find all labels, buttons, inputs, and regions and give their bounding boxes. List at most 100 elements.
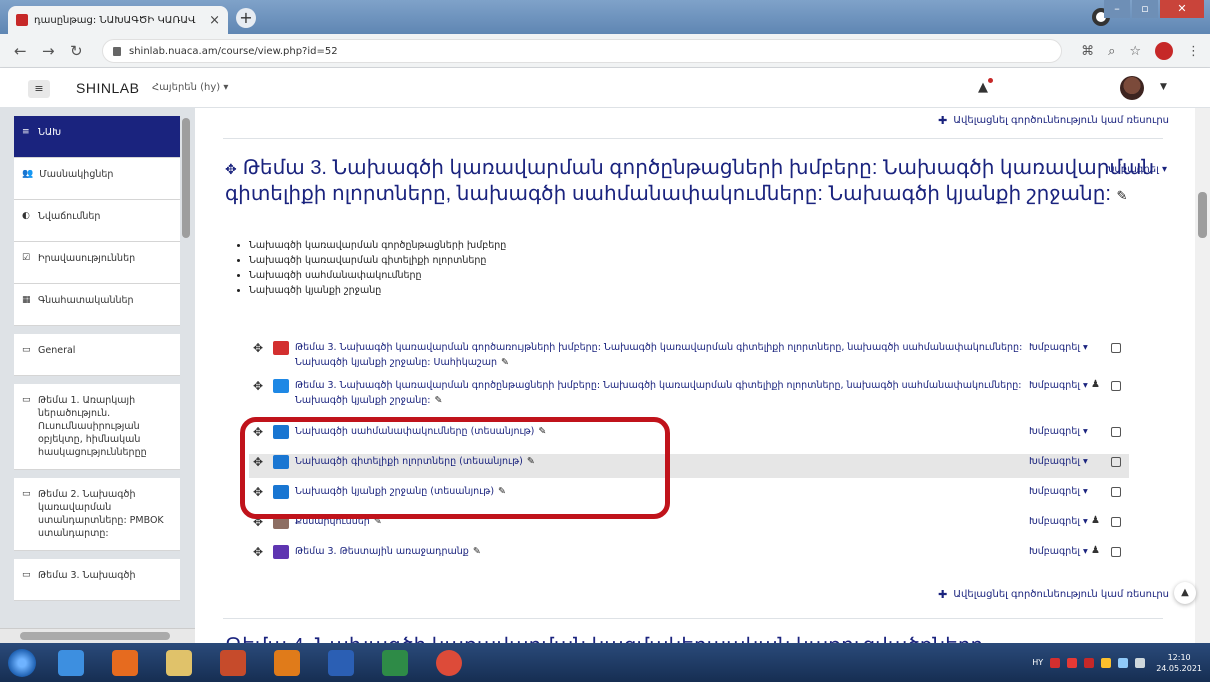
url-field[interactable]: shinlab.nuaca.am/course/view.php?id=52 (102, 39, 1062, 63)
edit-pencil-icon[interactable]: ✎ (473, 546, 481, 557)
notification-dot (988, 78, 993, 83)
taskbar-app[interactable] (152, 643, 206, 682)
section-summary: Նախագծի կառավարման գործընթացների խմբերըՆ… (237, 238, 506, 298)
taskbar-app[interactable] (260, 643, 314, 682)
user-avatar[interactable] (1120, 76, 1144, 100)
activity-edit-menu[interactable]: Խմբագրել ▾ (1029, 486, 1088, 497)
new-tab-button[interactable]: + (236, 8, 256, 28)
main-scroll-thumb[interactable] (1198, 192, 1207, 238)
edit-pencil-icon[interactable]: ✎ (1117, 188, 1128, 203)
tray-antivirus-icon[interactable] (1050, 657, 1061, 668)
taskbar-app[interactable] (206, 643, 260, 682)
tab-title: դասընթաց: ՆԱԽԱԳԾԻ ԿԱՌԱՎ (34, 14, 196, 26)
activity-link[interactable]: Թեմա 3. Նախագծի կառավարման գործառույթներ… (295, 340, 1050, 370)
site-navbar: ≡ SHINLAB Հայերեն (hy) ▾ ▲ ▼ (0, 68, 1210, 108)
taskbar-clock[interactable]: 12:10 24.05.2021 (1156, 652, 1202, 674)
word-icon (328, 649, 354, 676)
completion-checkbox[interactable] (1111, 427, 1121, 437)
taskbar-app[interactable] (98, 643, 152, 682)
language-menu[interactable]: Հայերեն (hy) ▾ (152, 82, 228, 93)
taskbar-app[interactable] (314, 643, 368, 682)
drawer-scrollbar[interactable] (182, 118, 190, 238)
completion-checkbox[interactable] (1111, 381, 1121, 391)
drawer-item[interactable]: ▦ Գնահատականներ (14, 284, 180, 326)
explorer-icon (166, 649, 192, 676)
firefox-icon (112, 649, 138, 676)
add-activity-link-top[interactable]: ✚ Ավելացնել գործունեություն կամ ռեսուրս (938, 114, 1169, 127)
input-language[interactable]: HY (1032, 658, 1043, 667)
drawer-item-label: General (38, 345, 76, 356)
move-handle-icon[interactable]: ✥ (249, 340, 267, 356)
activity-edit-menu[interactable]: Խմբագրել ▾ (1029, 426, 1088, 437)
start-button[interactable] (0, 643, 44, 682)
drawer-item[interactable]: ▭ Թեմա 2. Նախագծի կառավարման ստանդարտները… (14, 478, 180, 551)
address-bar: ← → ↻ shinlab.nuaca.am/course/view.php?i… (0, 34, 1210, 68)
browser-menu-icon[interactable]: ⋮ (1187, 44, 1200, 59)
back-arrow-icon[interactable]: ← (14, 42, 27, 60)
tray-app-icon[interactable] (1067, 657, 1078, 668)
drawer-item[interactable]: ◐ Նվաճումներ (14, 200, 180, 242)
taskbar-app[interactable] (422, 643, 476, 682)
completion-checkbox[interactable] (1111, 547, 1121, 557)
horizontal-scroll-thumb[interactable] (20, 632, 170, 640)
completion-checkbox[interactable] (1111, 517, 1121, 527)
browser-actions: ⌘ ⌕ ☆ ⋮ (1081, 42, 1200, 60)
ie-icon (58, 649, 84, 676)
tray-flag-icon[interactable] (1101, 657, 1112, 668)
browser-tab[interactable]: դասընթաց: ՆԱԽԱԳԾԻ ԿԱՌԱՎ × (8, 6, 228, 34)
activity-edit-menu[interactable]: Խմբագրել ▾ (1029, 380, 1088, 391)
reload-icon[interactable]: ↻ (70, 42, 83, 60)
completion-checkbox[interactable] (1111, 487, 1121, 497)
close-window-button[interactable]: ✕ (1160, 0, 1204, 18)
move-handle-icon[interactable]: ✥ (249, 544, 267, 560)
move-handle-icon[interactable]: ✥ (249, 378, 267, 394)
activity-link[interactable]: Թեմա 3. Թեստային առաջադրանք ✎ (295, 544, 1050, 559)
minimize-button[interactable]: – (1104, 0, 1130, 18)
add-activity-link-bottom[interactable]: ✚ Ավելացնել գործունեություն կամ ռեսուրս (938, 588, 1169, 601)
drawer-item[interactable]: ▭ General (14, 334, 180, 376)
translate-icon[interactable]: ⌘ (1081, 44, 1094, 59)
bookmark-star-icon[interactable]: ☆ (1129, 44, 1141, 59)
zoom-icon[interactable]: ⌕ (1108, 44, 1115, 59)
drawer-item[interactable]: ☑ Իրավասություններ (14, 242, 180, 284)
section-edit-menu[interactable]: Խմբագրել ▾ (1105, 164, 1167, 175)
edit-pencil-icon[interactable]: ✎ (434, 395, 442, 406)
taskbar-app[interactable] (368, 643, 422, 682)
completion-checkbox[interactable] (1111, 343, 1121, 353)
activity-edit-menu[interactable]: Խմբագրել ▾ (1029, 456, 1088, 467)
drawer-item[interactable]: ≡ ՆԱԽ (14, 116, 180, 158)
completion-checkbox[interactable] (1111, 457, 1121, 467)
move-icon[interactable]: ✥ (225, 161, 237, 177)
maximize-button[interactable]: ▫ (1132, 0, 1158, 18)
notification-bell-icon[interactable]: ▲ (978, 80, 988, 95)
tab-close-icon[interactable]: × (209, 13, 220, 28)
drawer-toggle-button[interactable]: ≡ (28, 80, 50, 98)
activity-row: ✥ Թեմա 3. Նախագծի կառավարման գործընթացներ… (249, 378, 1129, 414)
forward-arrow-icon[interactable]: → (42, 42, 55, 60)
powerpoint-icon (220, 649, 246, 676)
drawer-item[interactable]: ▭ Թեմա 3. Նախագծի (14, 559, 180, 601)
back-to-top-button[interactable]: ▲ (1174, 582, 1196, 604)
clock-date: 24.05.2021 (1156, 663, 1202, 673)
activity-row: ✥ Թեմա 3. Նախագծի կառավարման գործառույթնե… (249, 340, 1129, 376)
activity-link[interactable]: Թեմա 3. Նախագծի կառավարման գործընթացների… (295, 378, 1050, 408)
user-menu-caret-icon[interactable]: ▼ (1160, 82, 1167, 92)
lock-icon (113, 46, 121, 56)
horizontal-scrollbar[interactable] (0, 628, 195, 643)
drawer-item[interactable]: ▭ Թեմա 1. Առարկայի ներածություն. Ուսումնա… (14, 384, 180, 470)
tray-network-icon[interactable] (1118, 657, 1129, 668)
user-icon: ♟ (1091, 379, 1100, 390)
drawer-item[interactable]: 👥 Մասնակիցներ (14, 158, 180, 200)
activity-edit-menu[interactable]: Խմբագրել ▾ (1029, 546, 1088, 557)
activity-edit-menu[interactable]: Խմբագրել ▾ (1029, 342, 1088, 353)
activity-edit-menu[interactable]: Խմբագրել ▾ (1029, 516, 1088, 527)
plus-icon: ✚ (938, 114, 948, 127)
main-scrollbar[interactable] (1195, 108, 1210, 643)
site-brand[interactable]: SHINLAB (76, 80, 139, 96)
edit-pencil-icon[interactable]: ✎ (501, 357, 509, 368)
tray-app-icon[interactable] (1084, 657, 1095, 668)
tray-volume-icon[interactable] (1135, 657, 1146, 668)
profile-avatar[interactable] (1155, 42, 1173, 60)
files-icon (273, 379, 289, 393)
taskbar-app[interactable] (44, 643, 98, 682)
